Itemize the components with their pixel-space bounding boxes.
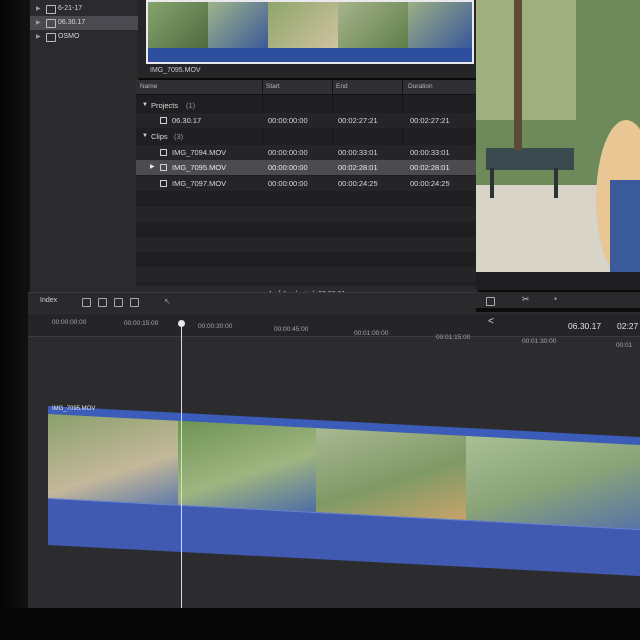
filmstrip-frame bbox=[268, 2, 338, 48]
clip-frame-thumbnail bbox=[316, 428, 467, 522]
group-row-clips[interactable]: ▼ Clips (3) bbox=[136, 129, 478, 144]
timeline-toolbar: Index ↖ bbox=[28, 292, 476, 313]
filmstrip-frame bbox=[338, 2, 408, 48]
event-icon bbox=[46, 19, 56, 28]
timeline-back-button[interactable]: < bbox=[488, 316, 494, 327]
disclosure-triangle-icon[interactable]: ▶ bbox=[36, 16, 41, 30]
clip-name: IMG_7095.MOV bbox=[52, 406, 96, 412]
group-count: (3) bbox=[174, 132, 184, 141]
index-button[interactable]: Index bbox=[40, 297, 57, 304]
filmstrip-audio-bar bbox=[148, 48, 472, 62]
item-end: 00:02:27:21 bbox=[338, 116, 378, 125]
list-item-clip[interactable]: IMG_7097.MOV 00:00:00:00 00:00:24:25 00:… bbox=[136, 176, 478, 191]
disclosure-triangle-icon[interactable]: ▼ bbox=[142, 98, 148, 113]
filmstrip-frame bbox=[148, 2, 208, 48]
list-item-clip[interactable]: IMG_7094.MOV 00:00:00:00 00:00:33:01 00:… bbox=[136, 145, 478, 160]
item-start: 00:00:00:00 bbox=[268, 148, 308, 157]
ruler-label: 00:00:15:00 bbox=[124, 320, 159, 327]
item-name: 06.30.17 bbox=[172, 116, 202, 125]
viewer-controls: ✂ ◔ bbox=[476, 292, 640, 308]
event-icon bbox=[46, 33, 56, 42]
ruler-label: 00:01:00:00 bbox=[354, 330, 389, 337]
item-duration: 00:00:24:25 bbox=[410, 179, 450, 188]
selected-clip-filmstrip[interactable] bbox=[146, 0, 474, 64]
clip-icon bbox=[160, 164, 167, 171]
list-item-project[interactable]: 06.30.17 00:00:00:00 00:02:27:21 00:02:2… bbox=[136, 113, 478, 128]
clip-frame-thumbnail bbox=[178, 420, 317, 515]
playhead[interactable] bbox=[181, 322, 182, 608]
clip-frame-thumbnail bbox=[48, 414, 179, 507]
item-duration: 00:02:28:01 bbox=[410, 163, 450, 172]
ruler-label: 00:01:15:00 bbox=[436, 334, 471, 341]
item-start: 00:00:00:00 bbox=[268, 116, 308, 125]
clip-icon bbox=[160, 180, 167, 187]
group-label: Projects bbox=[151, 101, 179, 110]
column-header-name[interactable]: Name bbox=[140, 80, 157, 94]
ruler-label: 00:01 bbox=[616, 342, 633, 349]
browser-list-view: Name Start End Duration ▼ Projects (1) 0… bbox=[136, 80, 478, 286]
ruler-label: 00:00:30:00 bbox=[198, 323, 233, 330]
libraries-sidebar: ▶ 6-21-17 ▶ 06.30.17 ▶ OSMO bbox=[30, 0, 139, 300]
speed-icon[interactable]: ◔ bbox=[552, 294, 557, 304]
item-name: IMG_7094.MOV bbox=[172, 148, 227, 157]
library-event-label: 6-21-17 bbox=[58, 5, 83, 12]
filmstrip-caption: IMG_7095.MOV bbox=[150, 67, 201, 74]
select-tool-icon[interactable]: ↖ bbox=[164, 297, 171, 306]
item-name: IMG_7097.MOV bbox=[172, 179, 227, 188]
effects-tools-icon[interactable]: ✂ bbox=[522, 294, 530, 305]
library-event-label: 06.30.17 bbox=[58, 19, 86, 26]
connect-clip-icon[interactable] bbox=[82, 298, 91, 307]
overwrite-clip-icon[interactable] bbox=[130, 298, 139, 307]
library-event-row-selected[interactable]: ▶ 06.30.17 bbox=[30, 16, 138, 30]
disclosure-triangle-icon[interactable]: ▼ bbox=[142, 129, 148, 144]
timeline-project-name: 06.30.17 bbox=[568, 321, 602, 331]
empty-list-area bbox=[136, 192, 478, 286]
filmstrip-frame bbox=[208, 2, 268, 48]
column-header-duration[interactable]: Duration bbox=[408, 80, 433, 94]
timeline-ruler[interactable]: 00:00:00:00 00:00:15:00 00:00:30:00 00:0… bbox=[28, 314, 640, 349]
viewer-video-frame[interactable] bbox=[476, 0, 640, 272]
clip-frame-thumbnail bbox=[466, 435, 640, 532]
project-icon bbox=[160, 117, 167, 124]
disclosure-triangle-icon[interactable]: ▶ bbox=[36, 2, 41, 16]
library-event-row[interactable]: ▶ 6-21-17 bbox=[30, 2, 138, 16]
group-count: (1) bbox=[186, 101, 196, 110]
item-duration: 00:00:33:01 bbox=[410, 148, 450, 157]
library-event-row[interactable]: ▶ OSMO bbox=[30, 30, 138, 44]
playhead-handle[interactable] bbox=[178, 320, 185, 327]
filmstrip-frame bbox=[408, 2, 472, 48]
timeline-timecode: 02:27 bbox=[617, 321, 639, 331]
append-clip-icon[interactable] bbox=[114, 298, 123, 307]
column-header-end[interactable]: End bbox=[336, 80, 348, 94]
monitor-bezel bbox=[0, 0, 30, 640]
list-header: Name Start End Duration bbox=[136, 80, 478, 95]
viewer-scene bbox=[476, 0, 640, 272]
disclosure-triangle-icon[interactable]: ▶ bbox=[150, 160, 155, 175]
list-item-clip-selected[interactable]: ▶ IMG_7095.MOV 00:00:00:00 00:02:28:01 0… bbox=[136, 160, 478, 175]
column-header-start[interactable]: Start bbox=[266, 80, 280, 94]
event-icon bbox=[46, 5, 56, 14]
group-label: Clips bbox=[151, 132, 168, 141]
item-start: 00:00:00:00 bbox=[268, 179, 308, 188]
ruler-label: 00:00:45:00 bbox=[274, 326, 309, 333]
item-start: 00:00:00:00 bbox=[268, 163, 308, 172]
ruler-label: 00:01:30:00 bbox=[522, 338, 557, 345]
ruler-label: 00:00:00:00 bbox=[52, 319, 87, 326]
item-end: 00:00:33:01 bbox=[338, 148, 378, 157]
clip-icon bbox=[160, 149, 167, 156]
viewer-timecode-bar bbox=[476, 272, 640, 290]
group-row-projects[interactable]: ▼ Projects (1) bbox=[136, 98, 478, 113]
item-end: 00:02:28:01 bbox=[338, 163, 378, 172]
item-duration: 00:02:27:21 bbox=[410, 116, 450, 125]
monitor-bezel-bottom bbox=[0, 608, 640, 640]
disclosure-triangle-icon[interactable]: ▶ bbox=[36, 30, 41, 44]
transform-icon[interactable] bbox=[486, 297, 495, 306]
insert-clip-icon[interactable] bbox=[98, 298, 107, 307]
item-name: IMG_7095.MOV bbox=[172, 163, 227, 172]
item-end: 00:00:24:25 bbox=[338, 179, 378, 188]
library-event-label: OSMO bbox=[58, 33, 80, 40]
